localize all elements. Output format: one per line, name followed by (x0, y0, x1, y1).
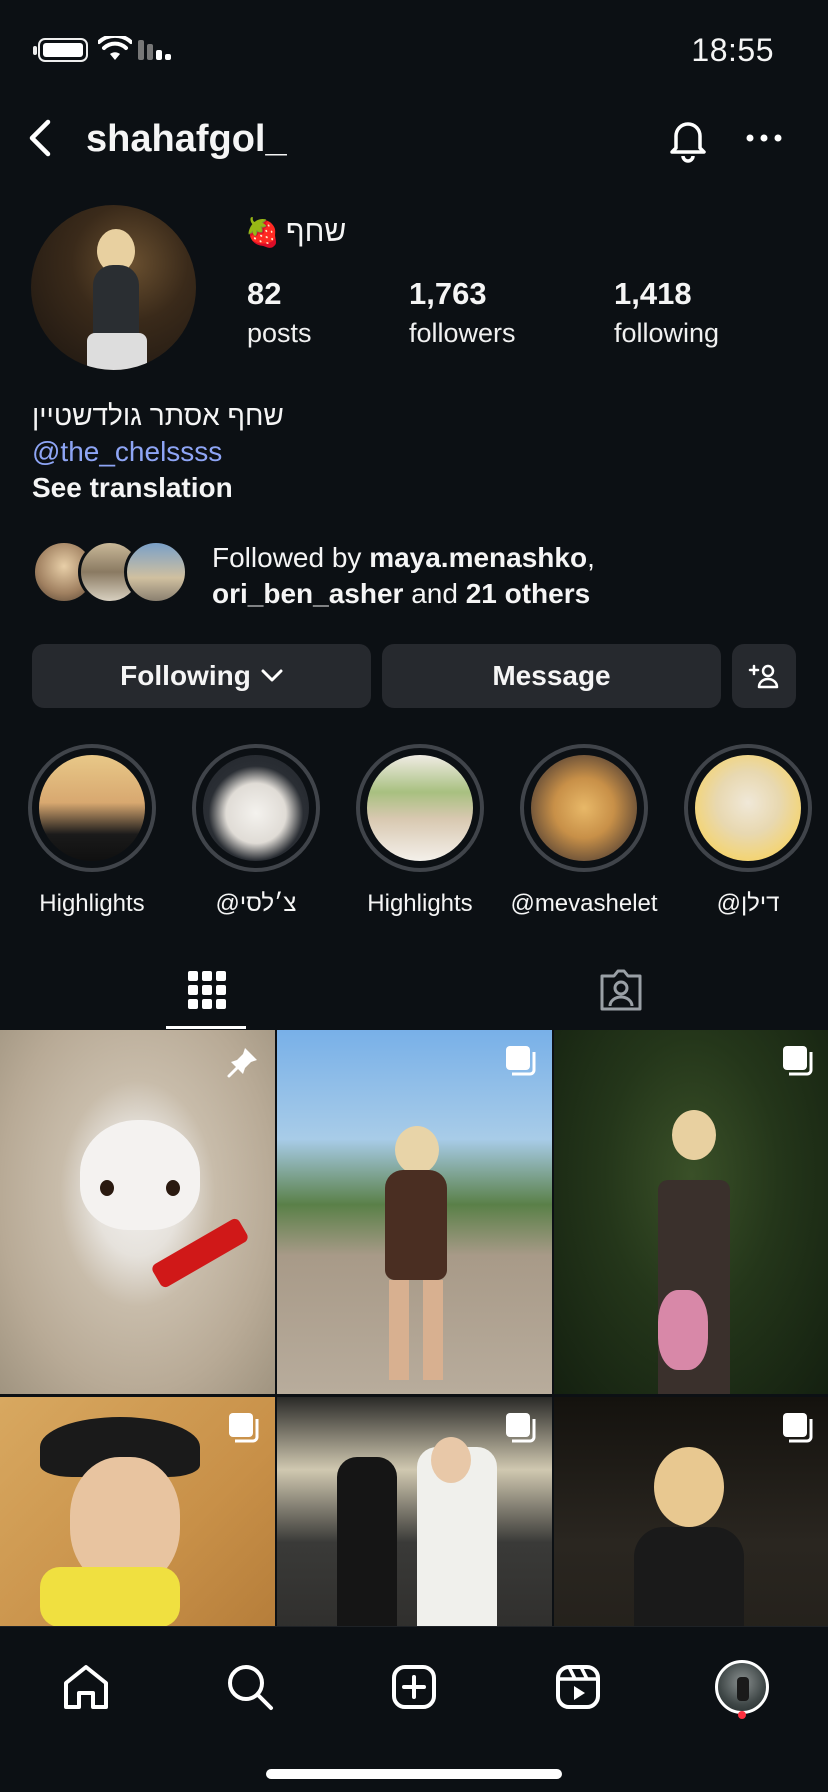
post-tile[interactable] (277, 1030, 552, 1394)
highlight-item[interactable]: Highlights (355, 744, 485, 918)
page-title: shahafgol_ (86, 118, 287, 160)
multi-post-icon (783, 1413, 813, 1443)
posts-grid (0, 1030, 828, 1626)
nav-search[interactable] (220, 1657, 280, 1717)
display-name-text: שחף (285, 215, 347, 248)
highlight-item[interactable]: @צ׳לסי (191, 744, 321, 918)
nav-profile[interactable] (712, 1657, 772, 1717)
home-indicator[interactable] (266, 1769, 562, 1779)
highlight-cover (695, 755, 801, 861)
multi-post-icon (783, 1046, 813, 1076)
display-name: 🍓 שחף (245, 215, 346, 249)
nav-create[interactable] (384, 1657, 444, 1717)
stat-value: 1,418 (614, 276, 692, 311)
tagged-icon (600, 969, 642, 1011)
highlight-label: @צ׳לסי (215, 890, 297, 917)
message-label: Message (492, 660, 611, 691)
following-label: Following (120, 660, 251, 691)
followed-by-text: Followed by maya.menashko, ori_ben_asher… (212, 540, 595, 612)
search-icon (228, 1665, 273, 1710)
create-icon (392, 1665, 436, 1709)
add-person-icon (748, 664, 779, 689)
stat-label: followers (409, 318, 516, 348)
tab-grid[interactable] (0, 950, 414, 1030)
more-icon[interactable] (740, 118, 788, 158)
profile-tabs (0, 950, 828, 1030)
grid-icon (188, 971, 226, 1009)
highlight-item[interactable]: @mevashelet (510, 744, 658, 918)
stat-value: 1,763 (409, 276, 487, 311)
back-icon[interactable] (22, 116, 62, 160)
highlight-item[interactable]: @דילן (683, 744, 813, 918)
wifi-icon (98, 36, 132, 60)
status-bar: 18:55 (0, 0, 828, 100)
highlight-label: Highlights (39, 890, 145, 917)
post-tile[interactable] (554, 1030, 828, 1394)
multi-post-icon (229, 1413, 259, 1443)
others-link[interactable]: 21 others (466, 578, 591, 609)
highlight-cover (367, 755, 473, 861)
active-tab-indicator (166, 1026, 246, 1029)
tab-tagged[interactable] (414, 950, 828, 1030)
nav-reels[interactable] (548, 1657, 608, 1717)
and-text: and (403, 578, 466, 609)
followed-by[interactable]: Followed by maya.menashko, ori_ben_asher… (32, 540, 812, 609)
signal-icon (138, 40, 171, 60)
battery-icon (33, 38, 88, 62)
highlight-cover (39, 755, 145, 861)
pin-icon (227, 1048, 257, 1078)
clock: 18:55 (691, 32, 774, 68)
strawberry-emoji: 🍓 (245, 216, 280, 248)
message-button[interactable]: Message (382, 644, 721, 708)
notification-dot (738, 1711, 746, 1719)
see-translation-link[interactable]: See translation (32, 470, 284, 506)
stat-posts[interactable]: 82 posts (247, 276, 312, 349)
suggest-people-button[interactable] (732, 644, 796, 708)
avatar (124, 540, 188, 604)
bio-text: שחף אסתר גולדשטיין (32, 400, 284, 431)
highlight-label: @דילן (716, 890, 780, 917)
post-tile[interactable] (554, 1397, 828, 1626)
highlight-label: @mevashelet (510, 890, 658, 917)
reels-icon (556, 1665, 600, 1709)
separator: , (587, 542, 595, 573)
highlight-cover (531, 755, 637, 861)
stat-label: following (614, 318, 720, 348)
highlight-cover (203, 755, 309, 861)
stat-followers[interactable]: 1,763 followers (409, 276, 516, 349)
stat-following[interactable]: 1,418 following (614, 276, 719, 349)
chevron-down-icon (261, 669, 283, 682)
avatar[interactable] (31, 205, 196, 370)
bottom-nav (0, 1626, 828, 1792)
stat-value: 82 (247, 276, 282, 311)
post-tile[interactable] (277, 1397, 552, 1626)
post-tile[interactable] (0, 1030, 275, 1394)
highlight-item[interactable]: Highlights (27, 744, 157, 918)
follower-link[interactable]: maya.menashko (369, 542, 587, 573)
following-button[interactable]: Following (32, 644, 371, 708)
bio-mention-link[interactable]: @the_chelssss (32, 434, 284, 470)
multi-post-icon (506, 1413, 536, 1443)
home-icon (64, 1665, 108, 1709)
multi-post-icon (506, 1046, 536, 1076)
profile-header: shahafgol_ (0, 108, 828, 172)
followed-prefix: Followed by (212, 542, 370, 573)
highlight-label: Highlights (367, 890, 473, 917)
post-tile[interactable] (0, 1397, 275, 1626)
follower-link[interactable]: ori_ben_asher (212, 578, 403, 609)
nav-home[interactable] (56, 1657, 116, 1717)
bell-icon[interactable] (664, 114, 712, 164)
stat-label: posts (247, 318, 312, 348)
avatar (715, 1660, 769, 1714)
bio: שחף אסתר גולדשטיין @the_chelssss See tra… (32, 398, 284, 506)
